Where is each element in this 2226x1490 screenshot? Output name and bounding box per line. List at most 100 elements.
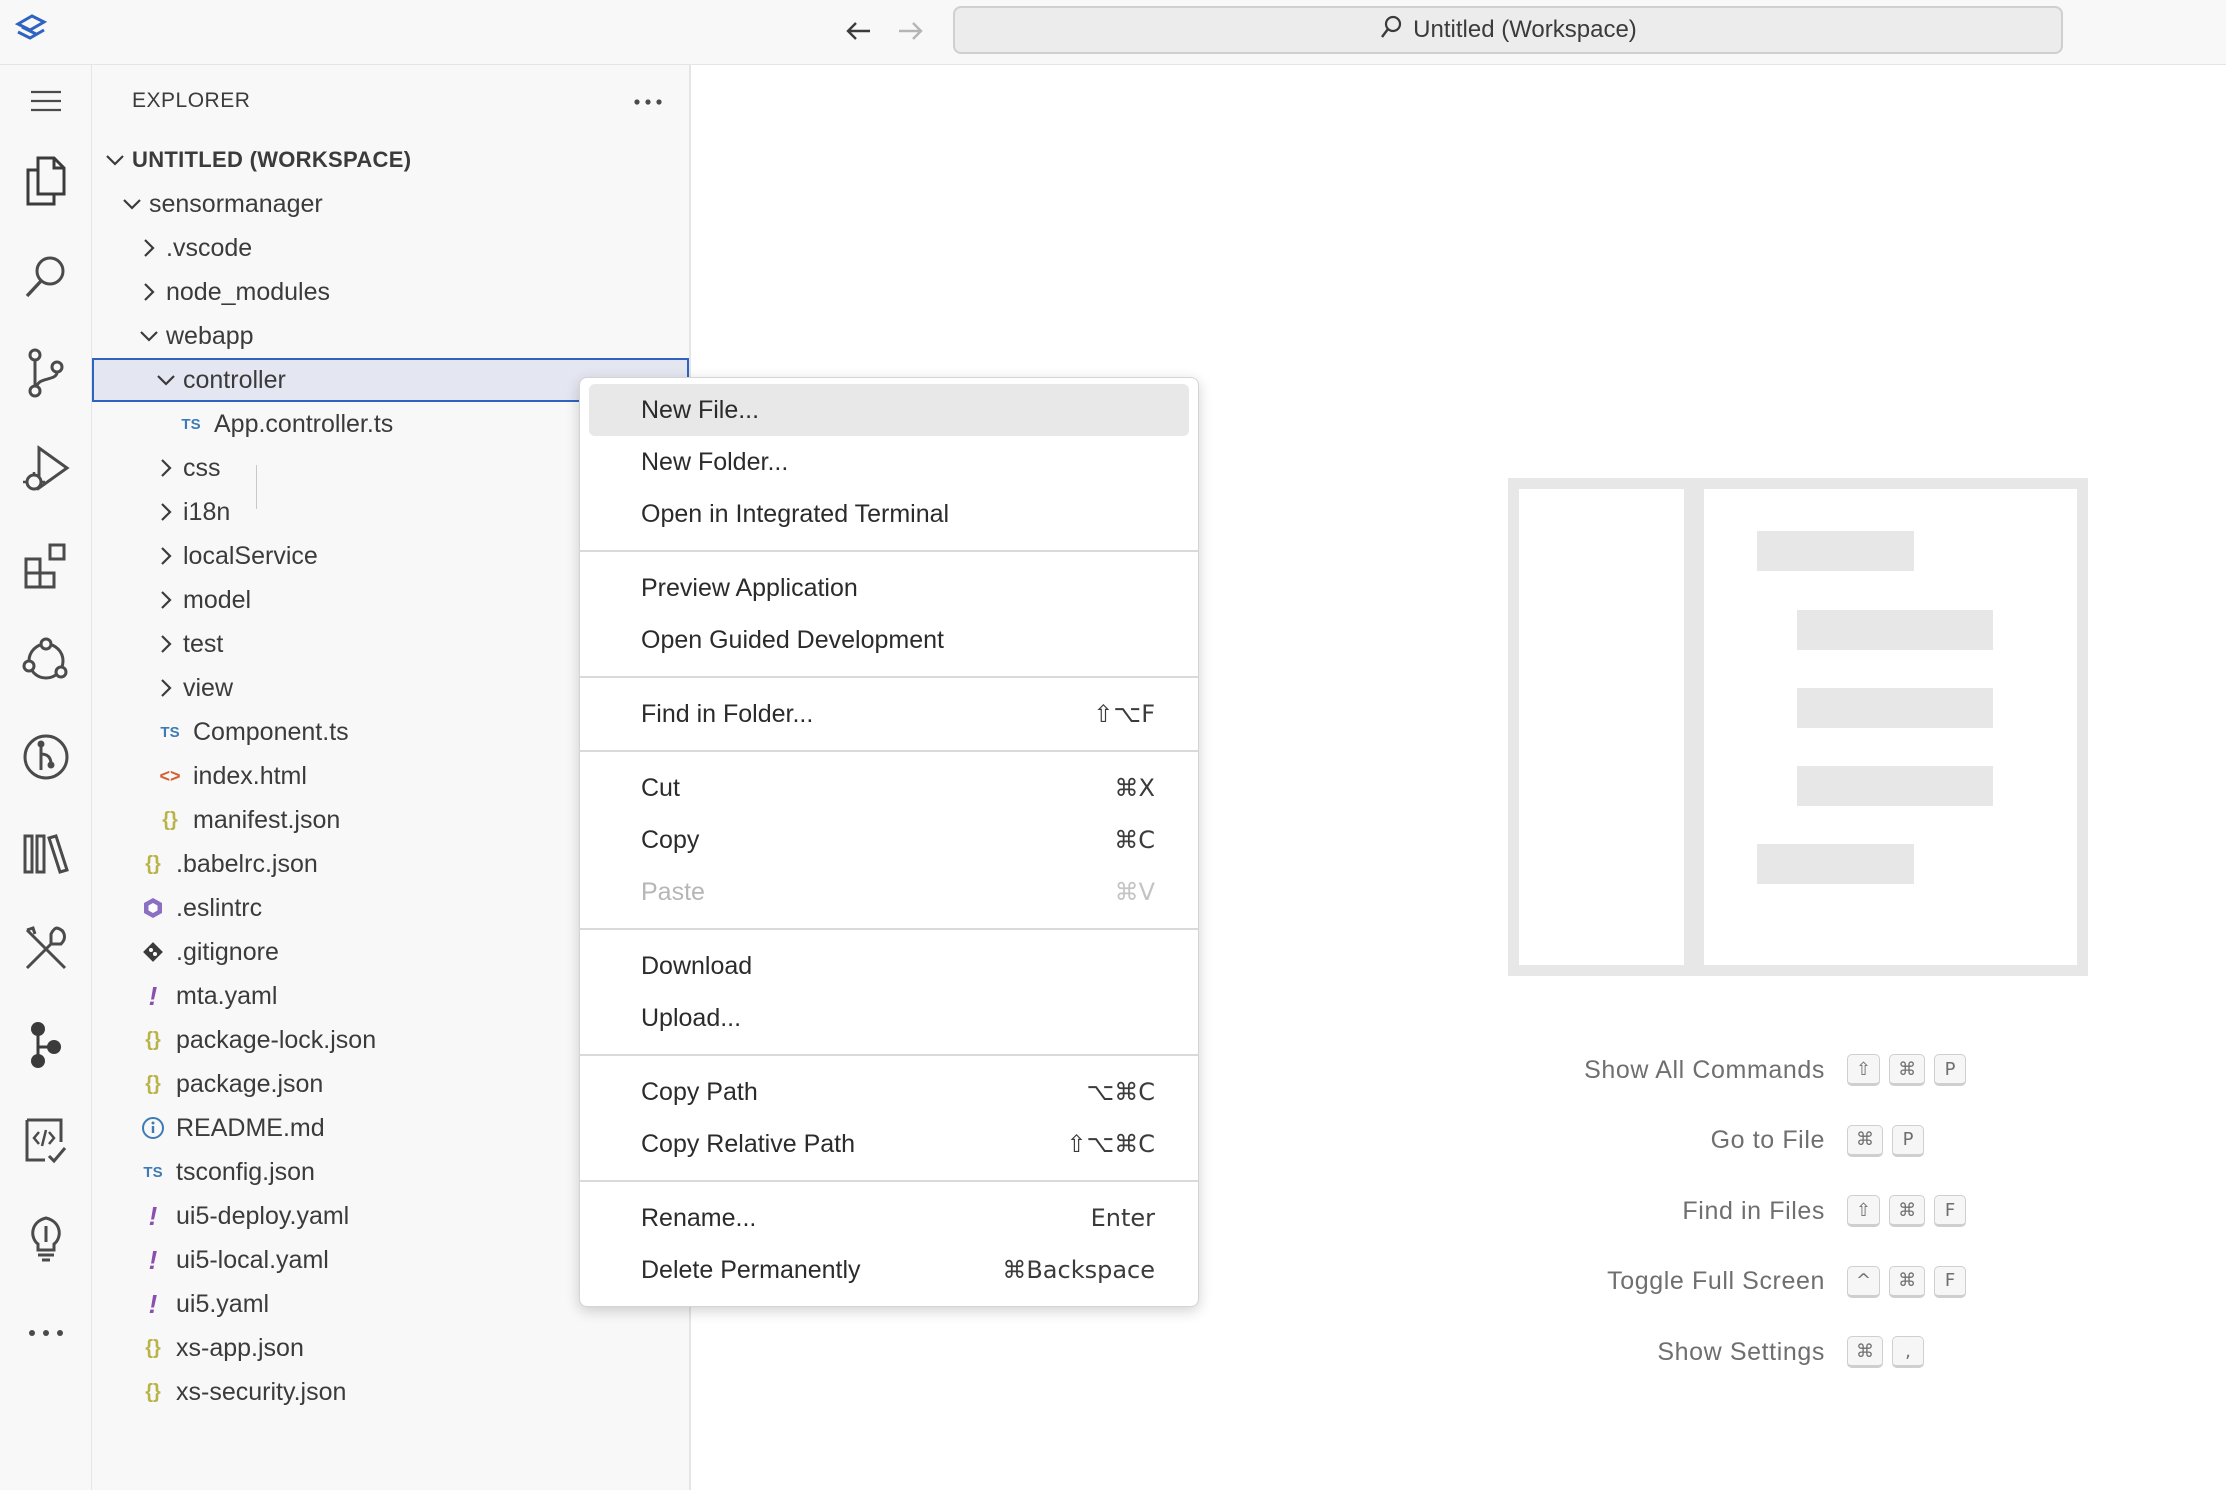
source-control-icon[interactable] xyxy=(14,341,78,405)
forward-arrow-icon[interactable] xyxy=(893,14,929,48)
workspace-root[interactable]: UNTITLED (WORKSPACE) xyxy=(92,138,689,182)
remote-explorer-icon[interactable] xyxy=(14,629,78,693)
menu-item-shortcut: ⌥⌘C xyxy=(1086,1078,1155,1106)
menu-item-find-in-folder[interactable]: Find in Folder... ⇧⌥F xyxy=(589,688,1189,740)
typescript-file-icon: TS xyxy=(160,723,180,741)
menu-item-open-guided-development[interactable]: Open Guided Development xyxy=(589,614,1189,666)
chevron-down-icon xyxy=(121,193,143,215)
chevron-right-icon xyxy=(155,589,177,611)
menu-item-shortcut: ⌘X xyxy=(1114,774,1155,802)
shortcut-label: Toggle Full Screen xyxy=(1607,1267,1825,1295)
keycap: F xyxy=(1934,1195,1967,1227)
search-icon xyxy=(1379,14,1403,47)
service-center-icon[interactable] xyxy=(14,1013,78,1077)
tree-folder[interactable]: .vscode xyxy=(92,226,689,270)
tree-file[interactable]: {} xs-app.json xyxy=(92,1326,689,1370)
shortcut-label: Find in Files xyxy=(1682,1196,1825,1225)
json-file-icon: {} xyxy=(145,852,161,875)
more-dots-icon[interactable] xyxy=(14,1301,78,1365)
menu-item-open-in-integrated-terminal[interactable]: Open in Integrated Terminal xyxy=(589,488,1189,540)
menu-item-label: Rename... xyxy=(641,1203,757,1232)
shortcut-hint: Show Settings ⌘, xyxy=(1500,1332,2060,1372)
tree-folder[interactable]: sensormanager xyxy=(92,182,689,226)
menu-item-label: Open in Integrated Terminal xyxy=(641,499,950,528)
menu-item-label: Download xyxy=(641,951,753,980)
chevron-right-icon xyxy=(155,457,177,479)
command-center-search[interactable]: Untitled (Workspace) xyxy=(953,6,2063,54)
keycap: P xyxy=(1934,1054,1967,1086)
chevron-right-icon xyxy=(138,281,160,303)
menu-separator xyxy=(580,550,1198,552)
menu-item-rename[interactable]: Rename... Enter xyxy=(589,1192,1189,1244)
tree-item-label: localService xyxy=(183,541,318,570)
sidebar-title: EXPLORER xyxy=(132,89,251,112)
keycap: ⌘ xyxy=(1889,1265,1926,1298)
shortcut-label: Show All Commands xyxy=(1584,1055,1825,1084)
tree-item-label: index.html xyxy=(193,761,307,790)
menu-item-copy-relative-path[interactable]: Copy Relative Path ⇧⌥⌘C xyxy=(589,1118,1189,1170)
tools-icon[interactable] xyxy=(14,917,78,981)
menu-hamburger-icon[interactable] xyxy=(14,69,78,133)
menu-separator xyxy=(580,1180,1198,1182)
code-review-icon[interactable] xyxy=(14,1109,78,1173)
menu-item-copy[interactable]: Copy ⌘C xyxy=(589,814,1189,866)
tree-item-label: ui5-deploy.yaml xyxy=(176,1201,350,1230)
tree-item-label: i18n xyxy=(183,497,231,526)
tree-item-label: controller xyxy=(183,365,286,394)
html-file-icon: <> xyxy=(159,765,181,786)
search-icon[interactable] xyxy=(14,245,78,309)
menu-item-download[interactable]: Download xyxy=(589,940,1189,992)
explorer-files-icon[interactable] xyxy=(14,149,78,213)
menu-item-label: New Folder... xyxy=(641,447,789,476)
keycap: P xyxy=(1892,1124,1924,1157)
yaml-file-icon: ! xyxy=(148,1288,158,1319)
editor-watermark-logo xyxy=(1507,477,2089,977)
info-file-icon xyxy=(140,1115,166,1141)
menu-item-label: Copy xyxy=(641,825,700,854)
keycap: F xyxy=(1934,1265,1967,1298)
menu-item-upload[interactable]: Upload... xyxy=(589,992,1189,1044)
git-graph-icon[interactable] xyxy=(14,725,78,789)
menu-item-shortcut: ⌘Backspace xyxy=(1002,1256,1155,1284)
keycap: , xyxy=(1892,1336,1924,1368)
shortcut-label: Show Settings xyxy=(1657,1337,1825,1366)
menu-item-label: New File... xyxy=(641,395,760,424)
menu-item-paste: Paste ⌘V xyxy=(589,866,1189,918)
menu-item-copy-path[interactable]: Copy Path ⌥⌘C xyxy=(589,1066,1189,1118)
chevron-down-icon xyxy=(104,149,126,171)
tree-file[interactable]: {} xs-security.json xyxy=(92,1370,689,1414)
cloud-lightbulb-icon[interactable] xyxy=(14,1205,78,1269)
shortcut-hint: Toggle Full Screen ^ ⌘ F xyxy=(1500,1262,2060,1302)
extensions-icon[interactable] xyxy=(14,533,78,597)
menu-item-new-folder[interactable]: New Folder... xyxy=(589,436,1189,488)
menu-item-label: Cut xyxy=(641,773,680,802)
json-file-icon: {} xyxy=(145,1380,161,1403)
title-bar: Untitled (Workspace) xyxy=(0,0,2226,65)
menu-item-preview-application[interactable]: Preview Application xyxy=(589,562,1189,614)
menu-item-cut[interactable]: Cut ⌘X xyxy=(589,762,1189,814)
chevron-right-icon xyxy=(155,501,177,523)
menu-item-label: Delete Permanently xyxy=(641,1255,861,1284)
library-icon[interactable] xyxy=(14,821,78,885)
keycap: ⌘ xyxy=(1889,1195,1926,1227)
menu-item-label: Upload... xyxy=(641,1003,742,1032)
back-arrow-icon[interactable] xyxy=(840,14,876,48)
keycap: ⌘ xyxy=(1847,1336,1883,1368)
menu-item-label: Find in Folder... xyxy=(641,699,814,728)
tree-folder[interactable]: node_modules xyxy=(92,270,689,314)
run-debug-icon[interactable] xyxy=(14,437,78,501)
tree-item-label: README.md xyxy=(176,1113,325,1142)
menu-item-shortcut: ⇧⌥F xyxy=(1093,700,1155,728)
shortcut-hint: Find in Files ⇧ ⌘ F xyxy=(1500,1191,2060,1231)
chevron-down-icon xyxy=(138,325,160,347)
tree-folder[interactable]: webapp xyxy=(92,314,689,358)
menu-item-new-file[interactable]: New File... xyxy=(589,384,1189,436)
yaml-file-icon: ! xyxy=(148,980,158,1011)
more-actions-icon[interactable] xyxy=(628,87,668,117)
chevron-right-icon xyxy=(155,545,177,567)
keycap: ^ xyxy=(1847,1265,1881,1298)
menu-item-delete-permanently[interactable]: Delete Permanently ⌘Backspace xyxy=(589,1244,1189,1296)
chevron-right-icon xyxy=(155,677,177,699)
app-window: Untitled (Workspace) EXPLORER UNTITLED (… xyxy=(0,0,2226,1490)
tree-item-label: ui5.yaml xyxy=(176,1289,270,1318)
